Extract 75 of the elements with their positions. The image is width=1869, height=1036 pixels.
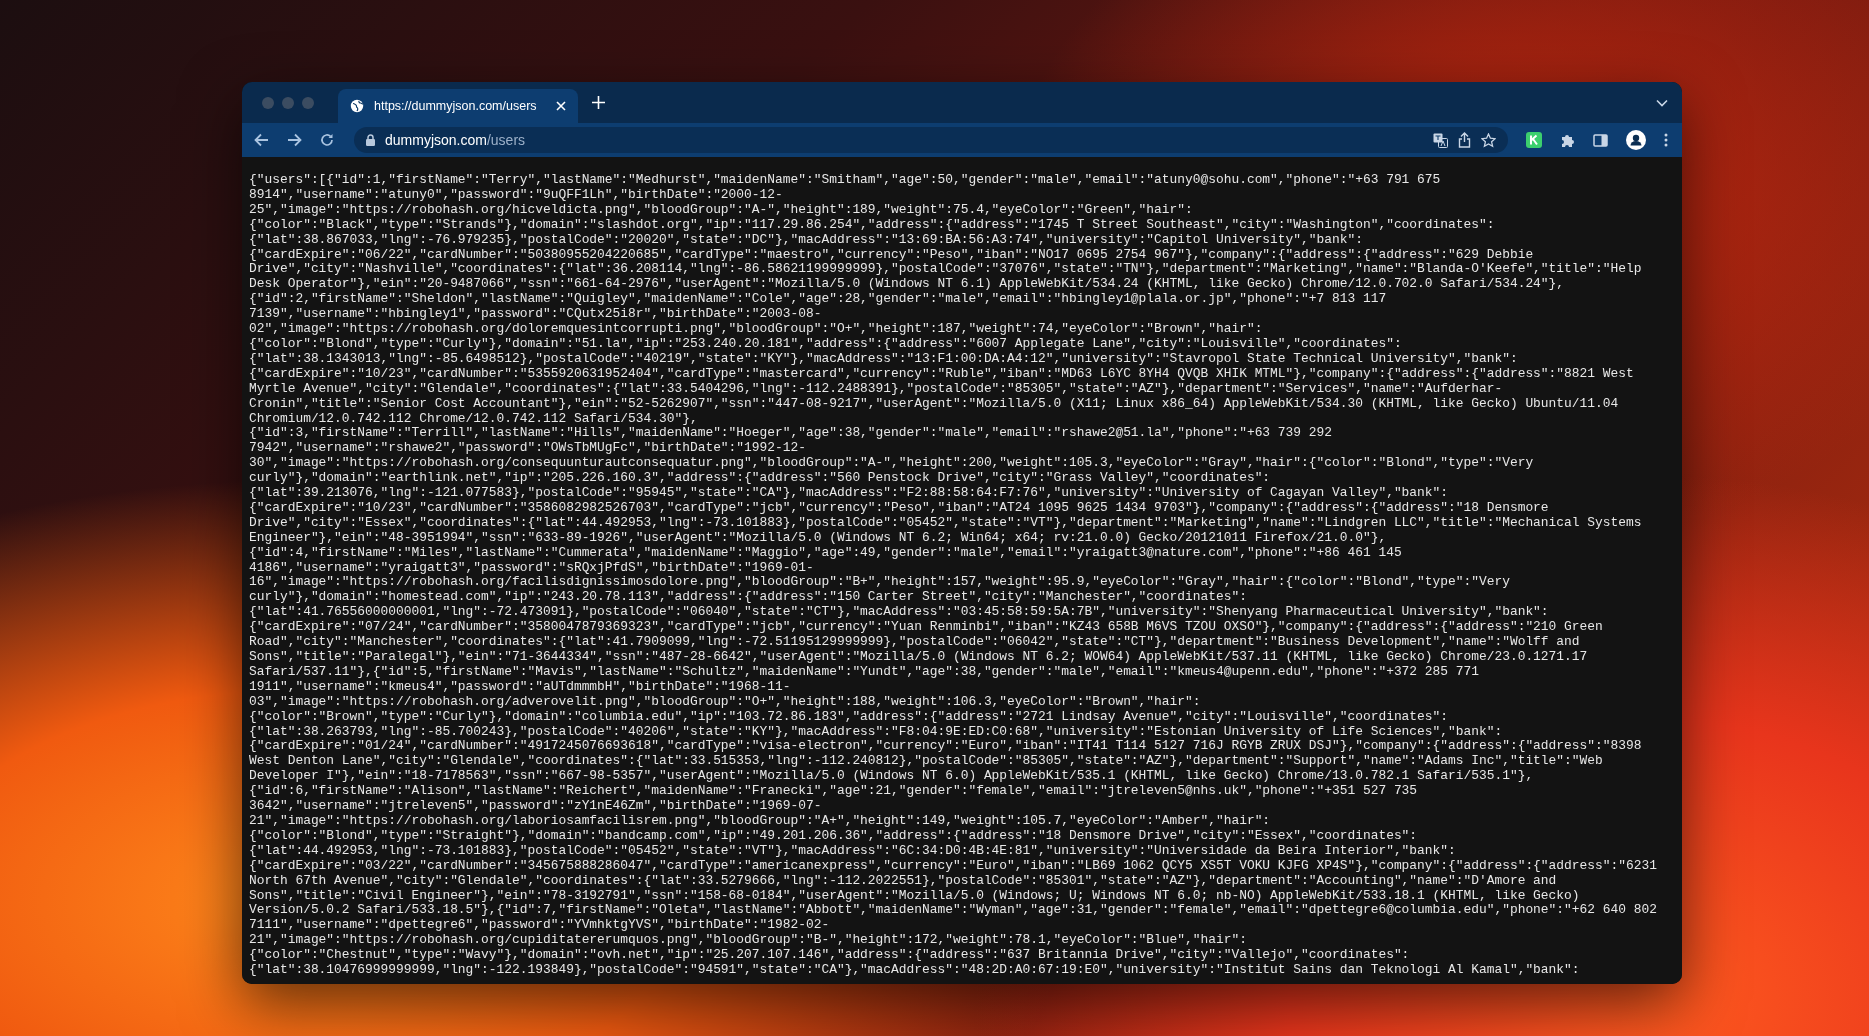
json-text-line: Developer I"},"ein":"18-7178563","ssn":"667-98-5357","userAgent":"Mozilla/5.0 (Windows NT 6.0) AppleWebKit/535.1 (KHTML, like Gecko) Chrome/13.0.782.1 Safari/535.1"}, [249, 769, 1534, 785]
profile-avatar-icon[interactable] [1626, 130, 1646, 150]
json-text-line: {"cardExpire":"03/22","cardNumber":"345675888286047","cardType":"americanexpress","currency":"Euro","iban":"LB69 1062 QCY5 XS5T VOKU KJFG XP4S"},"company":{"address":{"address":"6231 [249, 858, 1657, 874]
json-text-line: Drive","city":"Nashville","coordinates":{"lat":36.208114,"lng":-86.58621199999999},"postalCode":"37076","state":"TN"},"department":"Marketing","name":"Blanda-O'Keefe","title":"Help [249, 262, 1642, 278]
address-bar[interactable]: dummyjson.com/users [354, 127, 1508, 153]
json-text-line: {"color":"Brown","type":"Curly"},"domain":"columbia.edu","ip":"103.72.86.183","address":{"address":"2721 Lindsay Avenue","city":"Louisville","coordinates": [249, 709, 1449, 725]
puzzle-icon[interactable] [1560, 132, 1575, 148]
translate-icon[interactable] [1433, 132, 1448, 148]
json-text-line: {"cardExpire":"06/22","cardNumber":"50380955204220685","cardType":"maestro","currency":"Peso","iban":"NO17 0695 2754 967"},"company":{"address":{"address":"629 Debbie [249, 247, 1534, 263]
new-tab-icon[interactable] [592, 96, 605, 109]
json-text-line: 3642","username":"jtreleven5","password":"zY1nE46Zm","birthDate":"1969-07- [249, 799, 822, 814]
sidebar-icon[interactable] [1593, 133, 1608, 147]
lock-icon[interactable] [366, 134, 375, 146]
json-text-line: {"id":4,"firstName":"Miles","lastName":"Cummerata","maidenName":"Maggio","age":49,"gender":"male","email":"yraigatt3@nature.com","phone":"+86 461 145 [249, 545, 1402, 561]
json-text-line: {"color":"Blond","type":"Straight"},"domain":"bandcamp.com","ip":"49.201.206.36","address":{"address":"18 Densmore Drive","city":"Essex","coordinates": [249, 828, 1418, 844]
json-text-line: {"lat":38.263793,"lng":-85.700243},"postalCode":"40206","state":"KY"},"macAddress":"F8:04:9E:ED:C0:68","university":"Estonian University of Life Sciences","bank": [249, 724, 1503, 740]
json-text-line: Desk Operator"},"ein":"20-9487066","ssn":"661-64-2976","userAgent":"Mozilla/5.0 (Windows NT 6.1) AppleWebKit/534.24 (KHTML, like Gecko) Chrome/12.0.702.0 Safari/534.24"}, [249, 277, 1565, 293]
json-text-line: Cronin","title":"Senior Cost Accountant"},"ein":"52-5262907","ssn":"447-08-9217","userAgent":"Mozilla/5.0 (X11; Linux x86_64) AppleWebKit/534.30 (KHTML, like Gecko) Ubuntu/11.04 [249, 396, 1619, 412]
json-text-line: {"cardExpire":"01/24","cardNumber":"4917245076693618","cardType":"visa-electron","currency":"Euro","iban":"IT41 T114 5127 716J RGYB ZRUX DSJ"},"company":{"address":{"address":"8398 [249, 739, 1642, 755]
json-text-line: {"lat":41.76556000000001,"lng":-72.473091},"postalCode":"06040","state":"CT"},"macAddress":"03:45:58:59:5A:7B","university":"Shenyang Pharmaceutical University","bank": [249, 605, 1549, 621]
json-text-line: West Denton Lane","city":"Glendale","coordinates":{"lat":33.515353,"lng":-112.240812},"postalCode":"85305","state":"AZ"},"department":"Support","name":"Adams Inc","title":"Web [249, 754, 1603, 770]
browser-tab[interactable]: https://dummyjson.com/users [338, 89, 578, 123]
json-text-line: {"id":6,"firstName":"Alison","lastName":"Reichert","maidenName":"Franecki","age":21,"gender":"female","email":"jtreleven5@nhs.uk","phone":"+351 527 735 [249, 784, 1418, 800]
json-text-line: 7111","username":"dpettegre6","password":"YVmhktgYVS","birthDate":"1982-02- [249, 918, 830, 934]
json-text-line: North 67th Avenue","city":"Glendale","coordinates":{"lat":33.5279666,"lng":-112.2022551},"postalCode":"85301","state":"AZ"},"department":"Accounting","name":"D'Amore and [249, 873, 1557, 889]
json-text-line: 7942","username":"rshawe2","password":"OWsTbMUgFc","birthDate":"1992-12- [249, 441, 806, 457]
json-text-line: {"cardExpire":"10/23","cardNumber":"5355920631952404","cardType":"mastercard","currency":"Ruble","iban":"MD63 L6YC 8YH4 QVQB XHIK MTML"},"company":{"address":{"address":"8821 West [249, 366, 1634, 382]
json-text-line: 8914","username":"atuny0","password":"9uQFF1Lh","birthDate":"2000-12- [249, 187, 783, 203]
json-text-line: {"id":2,"firstName":"Sheldon","lastName":"Quigley","maidenName":"Cole","age":28,"gender":"male","email":"hbingley1@plala.or.jp","phone":"+7 813 117 [249, 292, 1387, 308]
json-text-line: curly"},"domain":"homestead.com","ip":"243.20.78.113","address":{"address":"150 Carter Street","city":"Manchester","coordinates": [249, 590, 1247, 606]
forward-icon[interactable] [287, 133, 302, 147]
back-icon[interactable] [254, 133, 269, 147]
more-menu-icon[interactable] [1664, 133, 1668, 147]
json-text-line: {"lat":38.867033,"lng":-76.979235},"postalCode":"20020","state":"DC"},"macAddress":"13:69:BA:56:A3:74","university":"Capitol University","bank": [249, 232, 1363, 248]
window-minimize-dot[interactable] [282, 96, 294, 109]
json-text-line: Road","city":"Manchester","coordinates":{"lat":41.7909099,"lng":-72.51195129999999},"postalCode":"06042","state":"CT"},"department":"Business Development","name":"Wolff and [249, 635, 1580, 650]
json-text-line: Drive","city":"Essex","coordinates":{"lat":44.492953,"lng":-73.101883},"postalCode":"05452","state":"VT"},"department":"Marketing","name":"Lindgren LLC","title":"Mechanical Systems [249, 515, 1642, 531]
json-text-line: 02","image":"https://robohash.org/doloremquesintcorrupti.png","bloodGroup":"O+","height":187,"weight":74,"eyeColor":"Brown","hair": [249, 322, 1263, 337]
json-text-line: 4186","username":"yraigatt3","password":"sRQxjPfdS","birthDate":"1969-01- [249, 560, 814, 576]
json-text-line: 16","image":"https://robohash.org/facilisdignissimosdolore.png","bloodGroup":"B+","height":157,"weight":95.9,"eyeColor":"Gray","hair":{"color":"Blond","type":"Very [249, 575, 1510, 591]
json-text-line: 03","image":"https://robohash.org/adverovelit.png","bloodGroup":"O+","height":188,"weight":106.3,"eyeColor":"Brown","hair": [249, 694, 1201, 710]
chevron-down-icon[interactable] [1656, 98, 1668, 107]
json-text-line: {"id":3,"firstName":"Terrill","lastName":"Hills","maidenName":"Hoeger","age":38,"gender":"male","email":"rshawe2@51.la","phone":"+63 739 292 [249, 426, 1332, 442]
json-text-line: Sons","title":"Civil Engineer"},"ein":"78-3192791","ssn":"158-68-0184","userAgent":"Mozilla/5.0 (Windows; U; Windows NT 6.0; nb-NO) AppleWebKit/533.18.1 (KHTML, like Gecko) [249, 888, 1580, 904]
json-text-line: {"cardExpire":"07/24","cardNumber":"3580047879369323","cardType":"jcb","currency":"Yuan Renminbi","iban":"KZ43 658B M6VS TZOU OXSO"},"company":{"address":{"address":"210 Green [249, 620, 1603, 636]
json-text-line: {"lat":39.213076,"lng":-121.077583},"postalCode":"95945","state":"CA"},"macAddress":"F2:88:58:64:F7:76","university":"University of Cagayan Valley","bank": [249, 486, 1449, 501]
share-icon[interactable] [1458, 132, 1471, 148]
json-text-line: Version/5.0.2 Safari/533.18.5"},{"id":7,"firstName":"Oleta","lastName":"Abbott","maidenName":"Wyman","age":31,"gender":"female","email":"dpettegre6@columbia.edu","phone":"+62 640 802 [249, 903, 1657, 919]
star-icon[interactable] [1481, 132, 1496, 148]
json-text-line: 30","image":"https://robohash.org/consequunturautconsequatur.png","bloodGroup":"A-","height":200,"weight":105.3,"eyeColor":"Gray","hair":{"color":"Blond","type":"Very [249, 456, 1534, 472]
window-close-dot[interactable] [262, 96, 274, 109]
json-text-line: curly"},"domain":"earthlink.net","ip":"205.226.160.3","address":{"address":"560 Penstock Drive","city":"Grass Valley","coordinates": [249, 471, 1271, 487]
json-text-line: {"users":[{"id":1,"firstName":"Terry","lastName":"Medhurst","maidenName":"Smitham","age":50,"gender":"male","email":"atuny0@sohu.com","phone":"+63 791 675 [249, 173, 1441, 188]
json-text-line: 1911","username":"kmeus4","password":"aUTdmmmbH","birthDate":"1968-11- [249, 679, 791, 695]
json-text-line: {"lat":38.1343013,"lng":-85.6498512},"postalCode":"40219","state":"KY"},"macAddress":"13:F1:00:DA:A4:12","university":"Stavropol State Technical University","bank": [249, 351, 1518, 367]
json-text-line: {"lat":38.10476999999999,"lng":-122.193849},"postalCode":"94591","state":"CA"},"macAddress":"48:2D:A0:67:19:E0","university":"Institut Sains dan Teknologi Al Kamal","bank": [249, 963, 1580, 978]
window-zoom-dot[interactable] [302, 96, 314, 109]
json-text-line: Engineer"},"ein":"48-3951994","ssn":"633-89-1926","userAgent":"Mozilla/5.0 (Windows NT 6.2; Win64; x64; rv:21.0.0) Gecko/20121011 Firefox/21.0.0"}, [249, 530, 1387, 546]
json-text-line: 7139","username":"hbingley1","password":"CQutx25i8r","birthDate":"2003-08- [249, 307, 822, 323]
json-text-line: Sons","title":"Paralegal"},"ein":"71-3644334","ssn":"487-28-6642","userAgent":"Mozilla/5.0 (Windows NT 6.2; WOW64) AppleWebKit/537.11 (KHTML, like Gecko) Chrome/23.0.1271.17 [249, 650, 1588, 665]
json-text-line: Myrtle Avenue","city":"Glendale","coordinates":{"lat":33.5404296,"lng":-112.2488391},"postalCode":"85305","state":"AZ"},"department":"Services","name":"Aufderhar- [249, 381, 1503, 397]
json-text-line: {"cardExpire":"10/23","cardNumber":"3586082982526703","cardType":"jcb","currency":"Peso","iban":"AT24 1095 9625 1434 9703"},"company":{"address":{"address":"18 Densmore [249, 500, 1549, 516]
close-icon[interactable] [556, 101, 566, 111]
json-text-line: {"lat":44.492953,"lng":-73.101883},"postalCode":"05452","state":"VT"},"macAddress":"6C:34:D0:4B:4E:81","university":"Universidade da Beira Interior","bank": [249, 843, 1456, 859]
json-text-line: Chromium/12.0.742.112 Chrome/12.0.742.112 Safari/534.30"}, [249, 411, 698, 427]
json-text-line: {"color":"Black","type":"Strands"},"domain":"slashdot.org","ip":"117.29.86.254","address":{"address":"1745 T Street Southeast","city":"Washington","coordinates": [249, 217, 1495, 233]
json-text-line: Safari/537.11"},{"id":5,"firstName":"Mavis","lastName":"Schultz","maidenName":"Yundt","age":38,"gender":"male","email":"kmeus4@upenn.edu","phone":"+372 285 771 [249, 664, 1479, 680]
extension-letter-icon[interactable] [1526, 132, 1542, 148]
reload-icon[interactable] [320, 133, 334, 147]
json-text-line: 21","image":"https://robohash.org/cupiditatererumquos.png","bloodGroup":"B-","height":172,"weight":78.1,"eyeColor":"Blue","hair": [249, 933, 1247, 949]
globe-icon [350, 99, 364, 113]
json-text-line: 21","image":"https://robohash.org/laboriosamfacilisrem.png","bloodGroup":"A+","height":149,"weight":105.7,"eyeColor":"Amber","hair": [249, 813, 1271, 829]
json-text-line: {"color":"Chestnut","type":"Wavy"},"domain":"ovh.net","ip":"25.207.107.146","address":{"address":"637 Britannia Drive","city":"Vallejo","coordinates": [249, 948, 1410, 964]
json-text-line: 25","image":"https://robohash.org/hicveldicta.png","bloodGroup":"A-","height":189,"weight":75.4,"eyeColor":"Green","hair": [249, 202, 1193, 218]
json-text-line: {"color":"Blond","type":"Curly"},"domain":"51.la","ip":"253.240.20.181","address":{"address":"6007 Applegate Lane","city":"Louisville","coordinates": [249, 336, 1402, 352]
